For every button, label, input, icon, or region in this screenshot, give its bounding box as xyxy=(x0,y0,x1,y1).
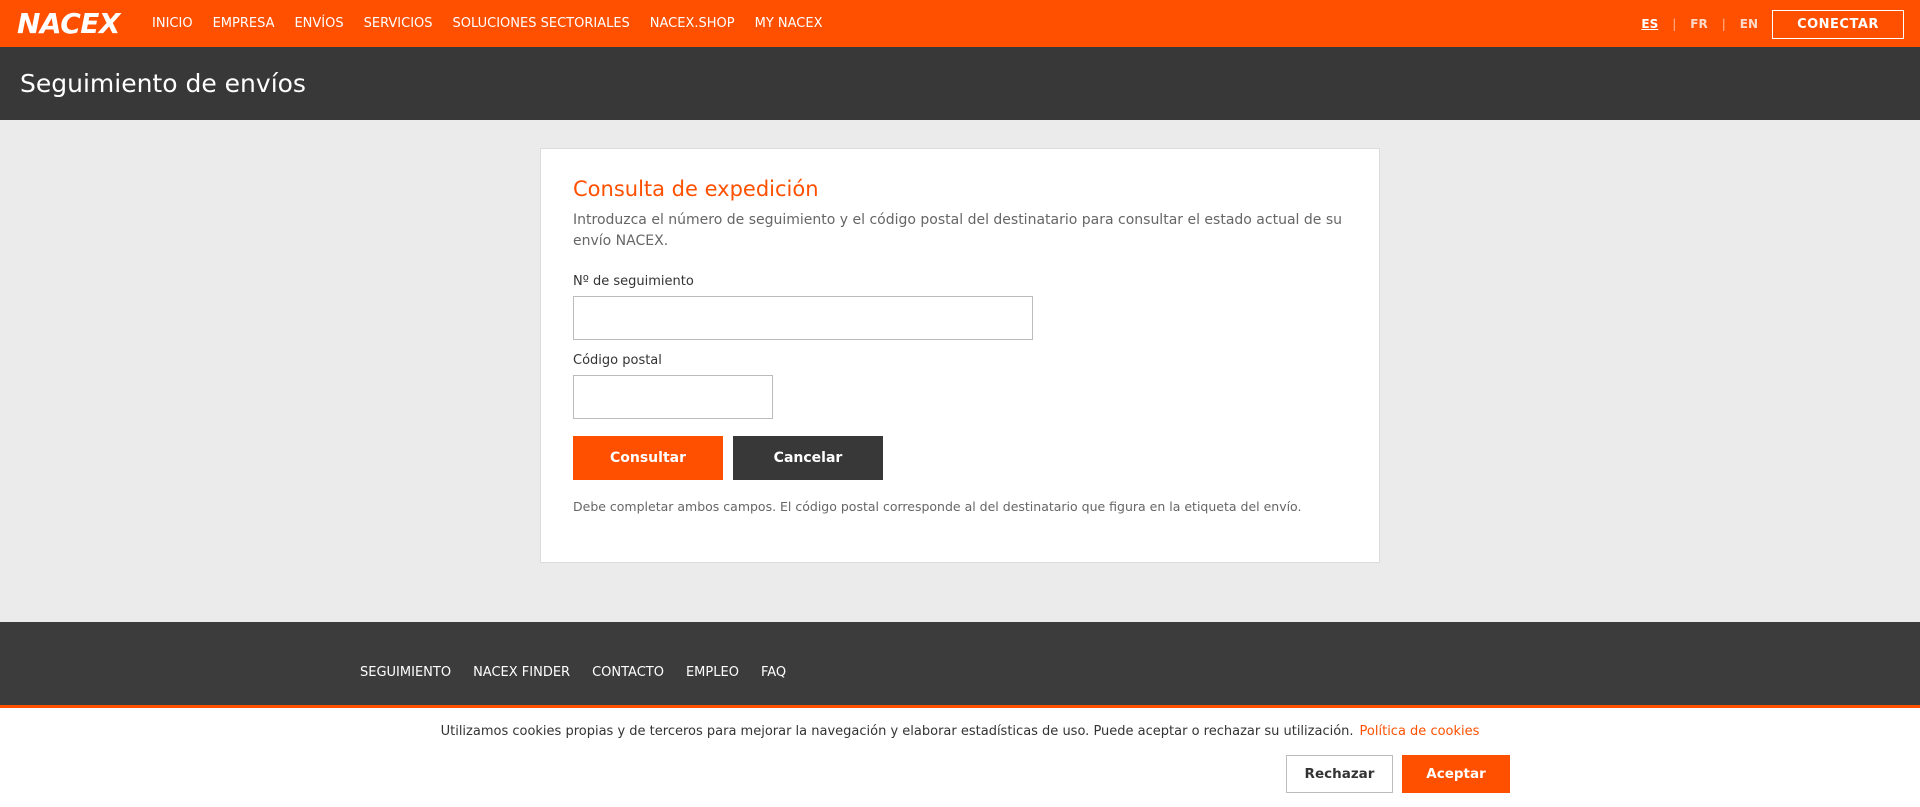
cookie-policy-link[interactable]: Política de cookies xyxy=(1360,724,1480,739)
accept-cookies-button[interactable]: Aceptar xyxy=(1402,755,1510,793)
form-help-note: Debe completar ambos campos. El código p… xyxy=(573,499,1302,514)
tracking-form-card: Consulta de expedición Introduzca el núm… xyxy=(540,148,1380,563)
form-intro-text: Introduzca el número de seguimiento y el… xyxy=(573,212,1342,249)
footer-link-nacex-finder[interactable]: NACEX FINDER xyxy=(473,665,570,680)
connect-button[interactable]: CONECTAR xyxy=(1772,10,1904,39)
language-selector: ES | FR | EN xyxy=(1641,0,1758,47)
footer-link-empleo[interactable]: EMPLEO xyxy=(686,665,739,680)
footer-nav: SEGUIMIENTO NACEX FINDER CONTACTO EMPLEO… xyxy=(360,665,808,680)
footer-link-contacto[interactable]: CONTACTO xyxy=(592,665,664,680)
nav-item-my-nacex[interactable]: MY NACEX xyxy=(755,16,823,31)
footer-link-seguimiento[interactable]: SEGUIMIENTO xyxy=(360,665,451,680)
postal-code-label: Código postal xyxy=(573,353,662,368)
language-en[interactable]: EN xyxy=(1740,17,1758,31)
top-navigation-bar: NACEX INICIO EMPRESA ENVÍOS SERVICIOS SO… xyxy=(0,0,1920,47)
nacex-logo[interactable]: NACEX xyxy=(17,0,121,47)
language-fr[interactable]: FR xyxy=(1690,17,1707,31)
page-title: Seguimiento de envíos xyxy=(20,69,306,98)
cancelar-button[interactable]: Cancelar xyxy=(733,436,883,480)
nav-item-empresa[interactable]: EMPRESA xyxy=(213,16,275,31)
tracking-number-input[interactable] xyxy=(573,296,1033,340)
page-title-bar: Seguimiento de envíos xyxy=(0,47,1920,120)
cookie-message: Utilizamos cookies propias y de terceros… xyxy=(440,724,1354,739)
footer: SEGUIMIENTO NACEX FINDER CONTACTO EMPLEO… xyxy=(0,622,1920,708)
language-divider: | xyxy=(1721,16,1726,31)
nav-item-servicios[interactable]: SERVICIOS xyxy=(364,16,433,31)
footer-link-faq[interactable]: FAQ xyxy=(761,665,786,680)
main-nav: INICIO EMPRESA ENVÍOS SERVICIOS SOLUCION… xyxy=(152,16,843,31)
nav-item-soluciones-sectoriales[interactable]: SOLUCIONES SECTORIALES xyxy=(453,16,630,31)
form-heading: Consulta de expedición xyxy=(573,177,819,201)
cookie-banner: Utilizamos cookies propias y de terceros… xyxy=(0,708,1920,807)
tracking-number-label: Nº de seguimiento xyxy=(573,274,694,289)
postal-code-input[interactable] xyxy=(573,375,773,419)
consultar-button[interactable]: Consultar xyxy=(573,436,723,480)
nav-item-inicio[interactable]: INICIO xyxy=(152,16,193,31)
nav-item-envios[interactable]: ENVÍOS xyxy=(294,16,343,31)
nav-item-nacex-shop[interactable]: NACEX.SHOP xyxy=(650,16,735,31)
language-divider: | xyxy=(1672,16,1677,31)
reject-cookies-button[interactable]: Rechazar xyxy=(1286,755,1393,793)
cookie-message-line: Utilizamos cookies propias y de terceros… xyxy=(0,724,1920,739)
language-es[interactable]: ES xyxy=(1641,17,1658,31)
